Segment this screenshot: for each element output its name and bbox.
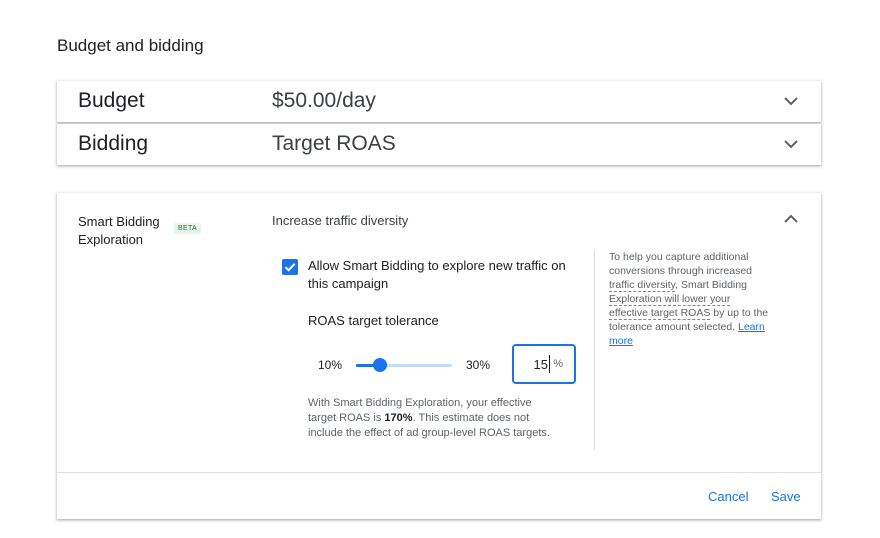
estimate-text: With Smart Bidding Exploration, your eff… <box>308 397 550 439</box>
percent-unit: % <box>553 358 563 370</box>
bidding-value: Target ROAS <box>272 132 396 155</box>
slider-min-label: 10% <box>318 358 343 372</box>
budget-label: Budget <box>78 89 145 112</box>
chevron-down-icon[interactable] <box>783 138 799 150</box>
bidding-label: Bidding <box>78 132 149 155</box>
cancel-button[interactable]: Cancel <box>708 489 748 504</box>
tolerance-title: ROAS target tolerance <box>308 313 439 328</box>
bidding-row[interactable]: Bidding Target ROAS <box>57 124 821 165</box>
budget-row[interactable]: Budget $50.00/day <box>57 81 821 122</box>
slider-max-label: 30% <box>466 358 491 372</box>
tolerance-slider[interactable] <box>356 358 452 372</box>
text-caret <box>549 355 550 373</box>
exploration-heading: Increase traffic diversity <box>272 213 409 228</box>
budget-value: $50.00/day <box>272 89 376 112</box>
section-title: Budget and bidding <box>57 36 204 55</box>
estimate-highlight: 170% <box>384 412 413 424</box>
tolerance-input[interactable]: 15 % <box>512 344 576 384</box>
save-button[interactable]: Save <box>771 489 801 504</box>
help-term-traffic-diversity[interactable]: traffic diversity <box>609 279 676 292</box>
chevron-up-icon[interactable] <box>783 213 799 225</box>
checkmark-icon <box>284 263 296 272</box>
smart-bidding-exploration-panel: Smart Bidding Exploration BETA Increase … <box>57 193 821 519</box>
exploration-title: Smart Bidding Exploration <box>78 214 160 247</box>
beta-badge: BETA <box>174 223 201 234</box>
footer-divider <box>57 472 821 473</box>
vertical-divider <box>594 250 595 450</box>
tolerance-input-value[interactable]: 15 <box>534 357 548 372</box>
chevron-down-icon[interactable] <box>783 95 799 107</box>
help-text: To help you capture additional conversio… <box>609 251 769 347</box>
slider-thumb[interactable] <box>373 358 387 372</box>
explore-checkbox-label[interactable]: Allow Smart Bidding to explore new traff… <box>308 257 588 293</box>
explore-checkbox[interactable] <box>282 259 298 275</box>
